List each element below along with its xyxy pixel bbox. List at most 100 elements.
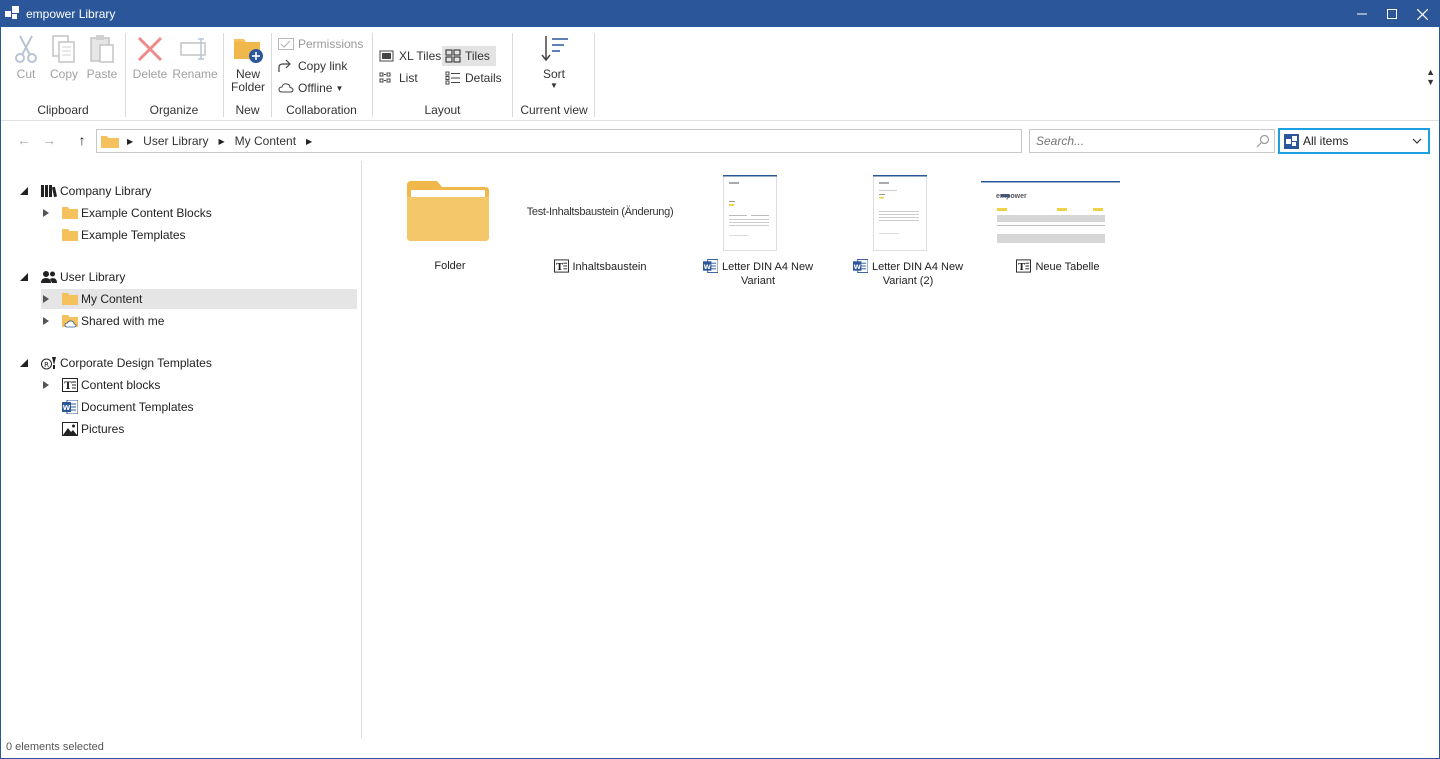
paste-icon [90,35,114,63]
offline-dropdown-icon: ▼ [335,83,344,93]
new-folder-icon [234,39,263,63]
tree-item-example-templates[interactable]: Example Templates [62,225,186,245]
details-button[interactable]: Details [445,68,502,88]
close-icon [1416,8,1428,20]
copy-link-label: Copy link [298,59,348,73]
copy-button[interactable]: Copy [46,33,82,81]
tree-label: Corporate Design Templates [60,356,212,370]
tree-item-example-content-blocks[interactable]: Example Content Blocks [41,203,212,223]
current-view-group-label: Current view [520,103,588,117]
tile-label-text: Neue Tabelle [1035,261,1100,273]
table-preview-thumbnail: empower [981,181,1120,247]
up-arrow-icon: ↑ [78,132,86,148]
collapsed-triangle-icon[interactable] [41,294,51,304]
tile-folder[interactable]: Folder [375,179,525,289]
search-icon[interactable] [1256,134,1270,148]
clipboard-group-label: Clipboard [37,103,89,117]
tree-item-user-library[interactable]: User Library [19,267,125,287]
search-box [1029,129,1275,153]
tree-item-document-templates[interactable]: W Document Templates [62,397,194,417]
new-group: New Folder New [224,29,271,119]
tree-item-shared-with-me[interactable]: Shared with me [41,311,164,331]
word-document-icon: W [852,259,868,273]
chevron-down-icon [1412,138,1422,144]
copy-icon [52,35,75,63]
list-icon [379,72,391,83]
svg-text:T: T [64,381,72,392]
status-bar: 0 elements selected [1,739,1439,759]
offline-label: Offline [298,81,333,95]
tile-letter-din-a4-new-variant-2[interactable]: W Letter DIN A4 New Variant (2) [833,175,983,290]
list-button[interactable]: List [379,68,418,88]
collapsed-triangle-icon[interactable] [41,316,51,326]
tree-item-corporate-design-templates[interactable]: R Corporate Design Templates [19,353,212,373]
breadcrumb-item-my-content[interactable]: My Content [235,134,296,148]
users-icon [41,271,57,283]
forward-button[interactable]: → [40,132,58,148]
selection-status-text: 0 elements selected [6,741,104,753]
close-button[interactable] [1404,1,1440,27]
tiles-button[interactable]: Tiles [442,46,496,66]
rename-icon [180,38,206,60]
sort-button[interactable]: Sort ▼ [535,33,573,90]
offline-button[interactable]: Offline ▼ [278,78,343,98]
paste-label: Paste [86,67,118,81]
title-bar: empower Library [1,1,1439,27]
breadcrumb[interactable]: ▶ User Library ▶ My Content ▶ [96,129,1022,153]
up-button[interactable]: ↑ [73,132,91,148]
tree-item-content-blocks[interactable]: T Content blocks [41,375,160,395]
tree-item-my-content[interactable]: My Content [41,289,357,309]
svg-text:W: W [854,263,862,271]
tile-label-text-line2: Variant [740,275,776,287]
collapsed-triangle-icon[interactable] [41,208,51,218]
expanded-triangle-icon[interactable] [19,272,29,282]
item-filter-select[interactable]: All items [1278,128,1430,154]
search-input[interactable] [1030,130,1250,152]
tile-label: T Neue Tabelle [983,259,1133,274]
back-button[interactable]: ← [15,132,33,148]
expanded-triangle-icon[interactable] [19,358,29,368]
tile-label-text-line1: Letter DIN A4 New [721,261,814,273]
paste-button[interactable]: Paste [85,33,119,81]
word-document-icon: W [62,400,78,414]
tree-label: Content blocks [81,378,161,392]
ribbon-collapse-icon[interactable]: ▲ ▼ [1426,67,1435,87]
tile-label-text-line1: Letter DIN A4 New [871,261,964,273]
tree-item-company-library[interactable]: Company Library [19,181,151,201]
letter-preview-thumbnail [873,175,927,251]
xl-tiles-icon [379,50,394,62]
details-label: Details [465,71,502,85]
delete-label: Delete [132,67,168,81]
delete-x-icon [137,36,163,62]
tile-letter-din-a4-new-variant[interactable]: W Letter DIN A4 New Variant [683,175,833,290]
filter-selected-value: All items [1303,134,1349,148]
expanded-triangle-icon[interactable] [19,186,29,196]
permissions-button[interactable]: Permissions [278,34,363,54]
organize-group: Delete Rename Organize [126,29,222,119]
empower-logo-text: empower [996,193,1027,200]
content-tiles-area: Folder Test-Inhaltsbaustein (Änderung) T… [363,161,1439,738]
breadcrumb-chevron-icon[interactable]: ▶ [306,137,312,146]
library-books-icon [41,185,57,198]
tile-neue-tabelle[interactable]: empower T Neue Tabelle [981,179,1133,289]
rename-label: Rename [172,67,218,81]
tree-item-pictures[interactable]: Pictures [62,419,124,439]
copy-link-button[interactable]: Copy link [278,56,347,76]
tile-label: W Letter DIN A4 New Variant [683,259,833,288]
ribbon: Cut Copy Paste Clipboard Delete Rename O… [1,27,1439,121]
folder-icon [101,135,119,148]
collapsed-triangle-icon[interactable] [41,380,51,390]
new-folder-button[interactable]: New Folder [228,33,268,94]
delete-button[interactable]: Delete [131,33,169,81]
tree-label: Document Templates [81,400,194,414]
xl-tiles-button[interactable]: XL Tiles [379,46,441,66]
back-arrow-icon: ← [17,132,31,148]
folder-icon [62,293,78,305]
rename-button[interactable]: Rename [172,33,218,81]
maximize-icon [1387,9,1397,19]
tile-inhaltsbaustein[interactable]: Test-Inhaltsbaustein (Änderung) T Inhalt… [525,179,675,289]
cut-button[interactable]: Cut [9,33,43,81]
breadcrumb-item-user-library[interactable]: User Library [143,134,208,148]
xl-tiles-label: XL Tiles [399,49,442,63]
breadcrumb-chevron-icon: ▶ [218,136,225,146]
